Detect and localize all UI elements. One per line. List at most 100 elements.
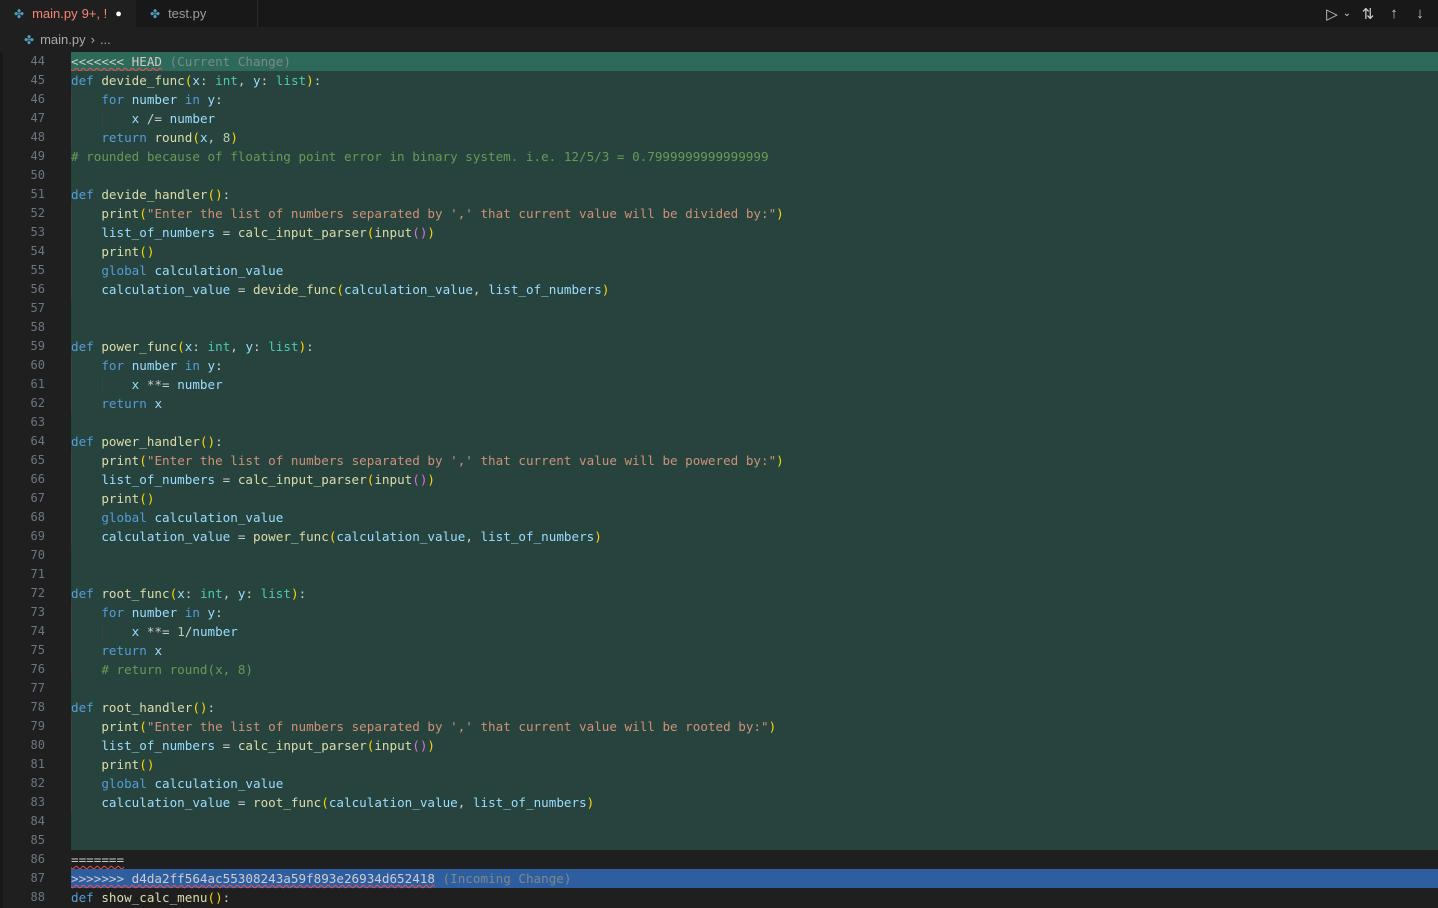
code-line: 53 list_of_numbers = calc_input_parser(i…	[0, 223, 1438, 242]
code-punctuation: ,	[207, 130, 223, 145]
code-punctuation: )	[427, 738, 436, 753]
code-punctuation: )	[776, 453, 784, 468]
code-token: y	[207, 605, 216, 620]
code-token: "Enter the list of numbers separated by …	[146, 453, 777, 468]
code-punctuation: )	[290, 586, 299, 601]
code-punctuation: :	[199, 73, 216, 88]
code-token: int	[215, 73, 238, 88]
code-token: list_of_numbers	[472, 795, 587, 810]
code-editor[interactable]: 44 <<<<<<< HEAD (Current Change) 45 def dev…	[0, 52, 1438, 908]
unsaved-dot-icon[interactable]: ●	[115, 8, 122, 20]
tab-main-py[interactable]: ✤ main.py 9+, ! ●	[0, 0, 136, 27]
line-number: 45	[30, 73, 45, 87]
indent-guide	[101, 375, 103, 394]
indent-guide	[71, 90, 72, 147]
code-token: input	[374, 472, 413, 487]
code-line: 55 global calculation_value	[0, 261, 1438, 280]
line-number: 86	[30, 852, 45, 866]
line-number: 81	[30, 757, 45, 771]
line-code: print()	[71, 489, 154, 508]
line-number: 59	[30, 339, 45, 353]
code-line: 80 list_of_numbers = calc_input_parser(i…	[0, 736, 1438, 755]
code-punctuation: :	[313, 73, 322, 88]
code-token: calculation_value	[154, 510, 284, 525]
line-number: 65	[30, 453, 45, 467]
line-code: =======	[71, 850, 124, 869]
code-token: number	[177, 377, 223, 392]
code-line: 48 return round(x, 8)	[0, 128, 1438, 147]
code-punctuation: ,	[237, 73, 254, 88]
arrow-up-icon[interactable]: ↑	[1384, 3, 1404, 25]
code-token: input	[374, 225, 413, 240]
current-change-highlight	[71, 679, 1438, 698]
code-token: calculation_value	[101, 282, 231, 297]
current-change-highlight	[71, 318, 1438, 337]
code-punctuation	[124, 358, 132, 373]
play-icon[interactable]: ▷	[1322, 3, 1342, 25]
line-code: global calculation_value	[71, 774, 283, 793]
code-punctuation	[71, 605, 101, 620]
code-token: y	[207, 358, 216, 373]
code-line: 66 list_of_numbers = calc_input_parser(i…	[0, 470, 1438, 489]
breadcrumb-file[interactable]: main.py	[40, 32, 86, 47]
code-token: def	[71, 890, 94, 905]
chevron-down-icon[interactable]: ⌄	[1342, 3, 1352, 25]
line-code: def root_func(x: int, y: list):	[71, 584, 306, 603]
code-punctuation: /=	[139, 111, 170, 126]
git-compare-icon[interactable]: ⇅	[1358, 3, 1378, 25]
current-change-highlight	[71, 755, 1438, 774]
current-change-highlight	[71, 375, 1438, 394]
code-token: power_func	[253, 529, 329, 544]
tab-test-py[interactable]: ✤ test.py	[136, 0, 258, 27]
line-code: list_of_numbers = calc_input_parser(inpu…	[71, 223, 435, 242]
code-line: 67 print()	[0, 489, 1438, 508]
current-change-highlight	[71, 698, 1438, 717]
code-punctuation	[71, 92, 101, 107]
code-punctuation: ()	[412, 225, 428, 240]
code-token: root_func	[253, 795, 322, 810]
code-token: list_of_numbers	[101, 738, 216, 753]
code-token: calculation_value	[101, 795, 231, 810]
current-change-highlight	[71, 413, 1438, 432]
code-token: return	[101, 130, 147, 145]
tab-label: main.py	[32, 6, 78, 21]
code-token: number	[131, 92, 178, 107]
code-token: root_func	[101, 586, 170, 601]
code-line: 75 return x	[0, 641, 1438, 660]
code-line: 57	[0, 299, 1438, 318]
breadcrumb-symbols[interactable]: ...	[100, 32, 111, 47]
line-code: return round(x, 8)	[71, 128, 238, 147]
code-token: (Incoming Change)	[442, 871, 572, 886]
code-token: for	[101, 358, 125, 373]
code-token: calc_input_parser	[237, 738, 367, 753]
code-punctuation	[124, 605, 132, 620]
line-code: <<<<<<< HEAD (Current Change)	[71, 52, 291, 71]
line-code: list_of_numbers = calc_input_parser(inpu…	[71, 470, 435, 489]
code-token: print	[101, 491, 140, 506]
code-token: in	[184, 358, 200, 373]
code-token: def	[71, 187, 94, 202]
current-change-highlight	[71, 356, 1438, 375]
line-number: 70	[30, 548, 45, 562]
code-punctuation: **=	[139, 624, 178, 639]
code-line: 81 print()	[0, 755, 1438, 774]
code-punctuation: =	[215, 225, 238, 240]
code-punctuation	[71, 662, 101, 677]
code-punctuation	[71, 130, 101, 145]
line-number: 67	[30, 491, 45, 505]
code-token: def	[71, 700, 94, 715]
current-change-highlight	[71, 489, 1438, 508]
code-punctuation: )	[427, 225, 436, 240]
arrow-down-icon[interactable]: ↓	[1410, 3, 1430, 25]
code-punctuation: )	[776, 206, 784, 221]
code-punctuation: ,	[457, 795, 473, 810]
line-number: 75	[30, 643, 45, 657]
line-number: 55	[30, 263, 45, 277]
code-token: "Enter the list of numbers separated by …	[146, 206, 777, 221]
code-punctuation: ()	[139, 491, 155, 506]
code-punctuation: **=	[139, 377, 178, 392]
code-punctuation: ,	[230, 339, 246, 354]
code-token: for	[101, 92, 125, 107]
code-punctuation: :	[207, 700, 216, 715]
code-token: x	[177, 586, 185, 601]
